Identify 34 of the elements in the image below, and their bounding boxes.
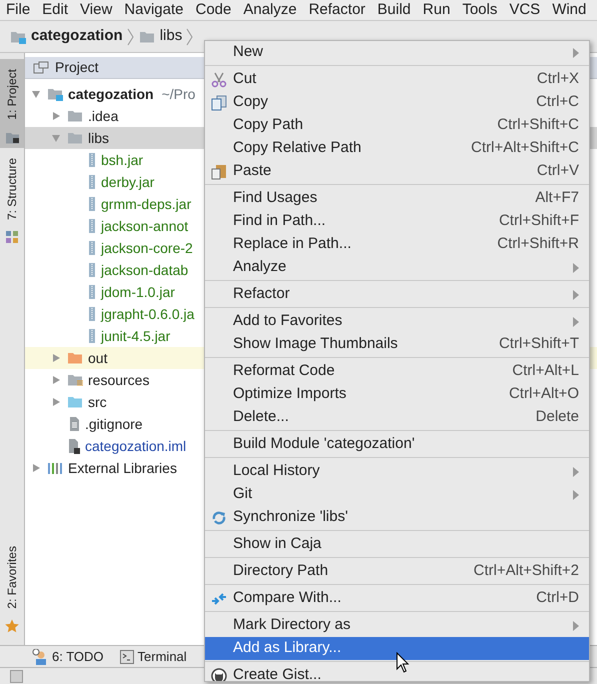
tree-label: derby.jar [101, 172, 154, 192]
tree-label: .idea [88, 106, 118, 126]
shortcut-label: Ctrl+D [535, 588, 579, 608]
shortcut-label: Ctrl+C [535, 92, 579, 112]
tree-label: bsh.jar [101, 150, 144, 170]
tree-label: libs [88, 128, 110, 148]
tree-label: out [88, 348, 108, 368]
tree-label: jackson-core-2 [101, 238, 193, 258]
tree-label: jackson-annot [101, 216, 188, 236]
tree-label: src [88, 392, 107, 412]
tree-label: jgrapht-0.6.0.ja [101, 304, 194, 324]
tree-label: categozation.iml [85, 436, 186, 456]
shortcut-label: Ctrl+Alt+Shift+C [470, 138, 579, 158]
shortcut-label: Ctrl+Shift+F [498, 211, 579, 232]
tree-label: jackson-datab [101, 260, 188, 280]
tree-label: .gitignore [85, 414, 143, 434]
shortcut-label: Ctrl+X [536, 69, 579, 90]
shortcut-label: Ctrl+Shift+C [496, 115, 579, 136]
shortcut-label: Alt+F7 [534, 188, 579, 208]
shortcut-label: Ctrl+Alt+O [508, 384, 579, 404]
tree-label: junit-4.5.jar [101, 326, 170, 346]
panel-title: Project [55, 58, 99, 77]
shortcut-label: Ctrl+Alt+L [511, 361, 579, 382]
shortcut-label: Ctrl+Alt+Shift+2 [472, 561, 579, 582]
tree-label: grmm-deps.jar [101, 194, 192, 214]
tree-label: categozation [68, 84, 154, 104]
shortcut-label: Delete [534, 407, 579, 428]
shortcut-label: Ctrl+V [536, 161, 579, 182]
path-label: ~/Pro [162, 84, 196, 104]
tree-label: resources [88, 370, 150, 390]
shortcut-label: Ctrl+Shift+T [498, 334, 579, 354]
tree-label: External Libraries [68, 458, 177, 478]
tree-label: jdom-1.0.jar [101, 282, 175, 302]
shortcut-label: Ctrl+Shift+R [496, 234, 579, 254]
